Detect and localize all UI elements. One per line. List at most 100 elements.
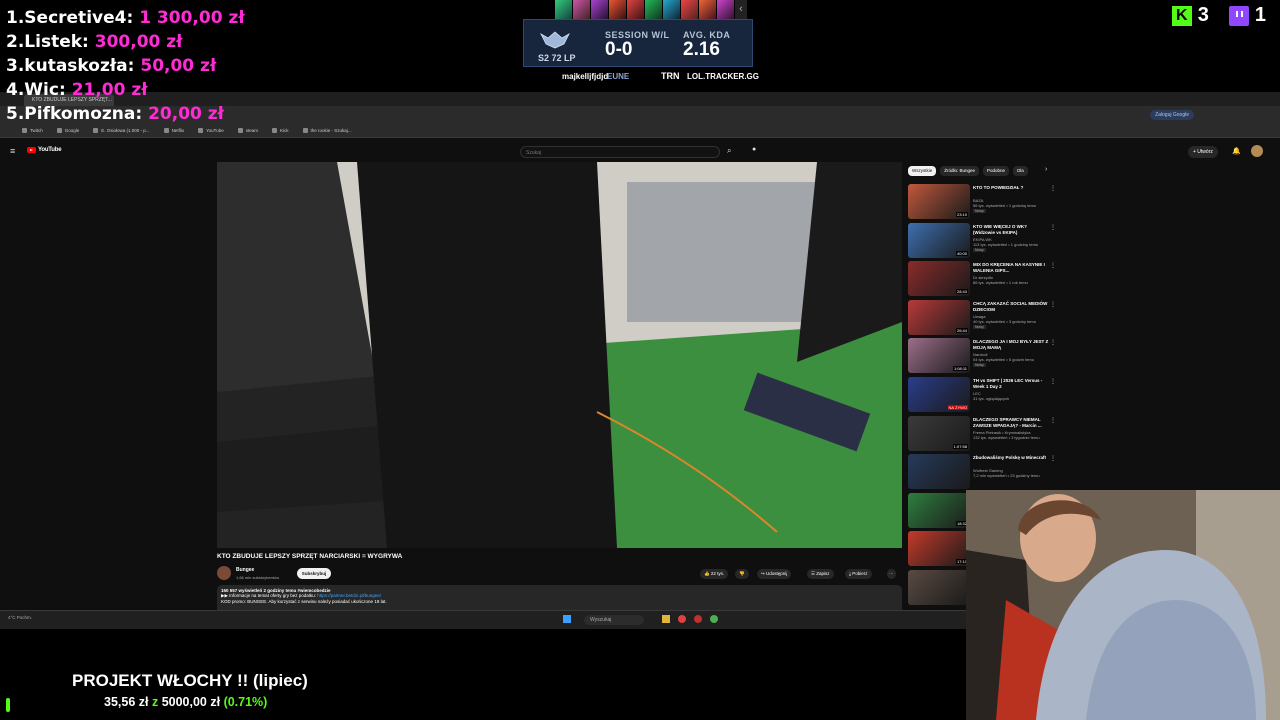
- weather-widget[interactable]: 4°C Pochm.: [8, 615, 32, 620]
- chrome-icon[interactable]: [710, 615, 718, 623]
- sign-in-google-button[interactable]: Zaloguj Google: [1150, 110, 1194, 120]
- filter-chips: Wszystkie Źródło: Bungee Podobne Dla: [908, 166, 1028, 176]
- video-player[interactable]: [217, 162, 902, 548]
- donor-name: kutaskozła:: [24, 56, 135, 76]
- new-badge: Nowy: [973, 247, 986, 252]
- recommended-title[interactable]: KTO TO POWIEDZIAŁ ?: [973, 185, 1049, 191]
- video-thumbnail[interactable]: [908, 454, 970, 490]
- save-label: Zapisz: [816, 571, 830, 576]
- recommended-video[interactable]: 1:08:11 DLACZEGO JA I MOJ BYŁY JEST Z MOJ…: [908, 338, 1058, 377]
- app-icon[interactable]: [694, 615, 702, 623]
- filter-chip[interactable]: Źródło: Bungee: [940, 166, 980, 176]
- filter-chip[interactable]: Dla: [1013, 166, 1028, 176]
- more-options-icon[interactable]: ⋮: [1050, 378, 1056, 385]
- video-thumbnail[interactable]: 17:10: [908, 531, 970, 567]
- more-options-icon[interactable]: ⋮: [1050, 455, 1056, 462]
- video-thumbnail[interactable]: 23:10: [908, 184, 970, 219]
- chevron-right-icon[interactable]: ›: [1045, 166, 1047, 173]
- description-link[interactable]: https://partner.betclic.pl/bungee/: [317, 593, 381, 598]
- recommended-title[interactable]: DLACZEGO SPRAWCY NIEMAL ZAWSZE WPADAJĄ? …: [973, 417, 1049, 429]
- recommended-title[interactable]: CHCĄ ZAKAZAĆ SOCIAL MEDIÓW DZIECIOM: [973, 301, 1049, 313]
- video-thumbnail[interactable]: 28:43: [908, 261, 970, 297]
- more-actions-icon[interactable]: ⋯: [887, 569, 896, 579]
- filter-chip[interactable]: Podobne: [983, 166, 1010, 176]
- share-button[interactable]: ↪ Udostępnij: [757, 569, 792, 579]
- webcam-image: [966, 490, 1280, 720]
- bookmark-item[interactable]: Google: [56, 128, 79, 133]
- create-button[interactable]: + Utwórz: [1188, 146, 1218, 158]
- donor-name: 1.: [6, 8, 25, 28]
- donor-name: 4.: [6, 80, 25, 100]
- recommended-meta: 86 tys. wyświetleń • 1 rok temu: [973, 280, 1028, 286]
- leaderboard-row: 1.Secretive4: 1 300,00 zł: [6, 6, 245, 30]
- recommended-video[interactable]: Zbudowaliśmy Polskę w Minecraft Wolfrest …: [908, 454, 1058, 493]
- microphone-icon[interactable]: ●: [752, 146, 756, 153]
- recommended-video[interactable]: 28:43 MIX DO KRĘCENIA NA KASYNIE I WALENI…: [908, 261, 1058, 300]
- more-options-icon[interactable]: ⋮: [1050, 339, 1056, 346]
- bookmark-item[interactable]: Netflix: [163, 128, 184, 133]
- video-frame: [217, 162, 902, 548]
- recommended-title[interactable]: MIX DO KRĘCENIA NA KASYNIE I WALENIA GIP…: [973, 262, 1049, 274]
- more-options-icon[interactable]: ⋮: [1050, 301, 1056, 308]
- recommended-title[interactable]: Zbudowaliśmy Polskę w Minecraft: [973, 455, 1049, 461]
- champion-icon: [555, 0, 572, 19]
- recommended-title[interactable]: KTO WIE WIĘCEJ O WK? (Widzowie vs EKIPA): [973, 224, 1049, 236]
- file-explorer-icon[interactable]: [662, 615, 670, 623]
- bookmark-item[interactable]: Twitch: [22, 128, 43, 133]
- video-thumbnail[interactable]: 1:08:11: [908, 338, 970, 374]
- more-options-icon[interactable]: ⋮: [1050, 185, 1056, 192]
- save-button[interactable]: ☰ Zapisz: [807, 569, 834, 579]
- more-options-icon[interactable]: ⋮: [1050, 224, 1056, 231]
- channel-name[interactable]: Bungee: [236, 567, 254, 573]
- kick-counter: K 3: [1171, 4, 1209, 27]
- taskbar-search-input[interactable]: Wyszukaj: [584, 615, 644, 625]
- video-thumbnail[interactable]: 18:32: [908, 492, 970, 528]
- recommended-video[interactable]: 1:07:58 DLACZEGO SPRAWCY NIEMAL ZAWSZE WP…: [908, 415, 1058, 455]
- recommended-title[interactable]: DLACZEGO JA I MOJ BYŁY JEST Z MOJĄ MAMĄ: [973, 339, 1049, 351]
- download-button[interactable]: ⤓ Pobierz: [845, 569, 872, 579]
- video-thumbnail[interactable]: NA ŻYWO: [908, 376, 970, 412]
- menu-icon[interactable]: ≡: [10, 146, 15, 156]
- bookmark-item[interactable]: Kick: [272, 128, 289, 133]
- filter-chip[interactable]: Wszystkie: [908, 166, 937, 176]
- bookmark-item[interactable]: the rookie - Szukaj...: [302, 128, 352, 133]
- recommended-video[interactable]: 23:10 KTO TO POWIEDZIAŁ ? BAZA 56 tys. wyśw…: [908, 184, 1058, 223]
- goal-progress-icon: [6, 698, 10, 712]
- dislike-button[interactable]: 👎: [735, 569, 749, 579]
- bookmark-label: steam: [245, 128, 259, 133]
- share-label: Udostępnij: [766, 571, 788, 576]
- opera-icon[interactable]: [678, 615, 686, 623]
- bookmark-item[interactable]: YouTube: [198, 128, 224, 133]
- recent-champions: ‹: [555, 0, 753, 19]
- bell-icon[interactable]: 🔔: [1232, 147, 1241, 155]
- start-icon[interactable]: [563, 615, 571, 623]
- more-options-icon[interactable]: ⋮: [1050, 262, 1056, 269]
- video-thumbnail[interactable]: 40:00: [908, 222, 970, 258]
- video-thumbnail[interactable]: 1:07:58: [908, 415, 970, 451]
- like-count: 22 tys.: [710, 571, 725, 576]
- bookmark-item[interactable]: steam: [237, 128, 259, 133]
- recommended-video[interactable]: 26:44 CHCĄ ZAKAZAĆ SOCIAL MEDIÓW DZIECIOM…: [908, 299, 1058, 339]
- youtube-logo[interactable]: YouTube: [27, 147, 62, 153]
- like-button[interactable]: 👍 22 tys.: [700, 569, 729, 579]
- recommended-video[interactable]: NA ŻYWO TH vs SHIFT | 2026 LEC Versus - W…: [908, 376, 1058, 416]
- kick-icon: K: [1171, 5, 1192, 26]
- donation-amount: 1 300,00 zł: [139, 8, 245, 28]
- video-thumbnail[interactable]: 26:44: [908, 299, 970, 335]
- bookmark-icon: [302, 128, 308, 133]
- more-options-icon[interactable]: ⋮: [1050, 417, 1056, 424]
- recommended-video[interactable]: 40:00 KTO WIE WIĘCEJ O WK? (Widzowie vs E…: [908, 222, 1058, 262]
- channel-avatar[interactable]: [217, 566, 231, 580]
- bookmark-icon: [237, 128, 243, 133]
- search-icon[interactable]: ⌕: [727, 146, 731, 156]
- chevron-left-icon: ‹: [735, 0, 747, 19]
- bookmark-item[interactable]: E. Osiołowa (1.000 - p...: [93, 128, 150, 133]
- avatar[interactable]: [1251, 145, 1263, 157]
- bookmark-icon: [93, 128, 99, 133]
- recommended-title[interactable]: TH vs SHIFT | 2026 LEC Versus - Week 1 D…: [973, 378, 1049, 390]
- search-input[interactable]: Szukaj: [520, 146, 720, 158]
- video-description[interactable]: 150 557 wyświetleń 2 godziny temu #wiemc…: [217, 585, 902, 610]
- video-thumbnail[interactable]: [908, 569, 970, 605]
- subscribe-button[interactable]: Subskrybuj: [297, 568, 331, 579]
- donor-name: 2.: [6, 32, 25, 52]
